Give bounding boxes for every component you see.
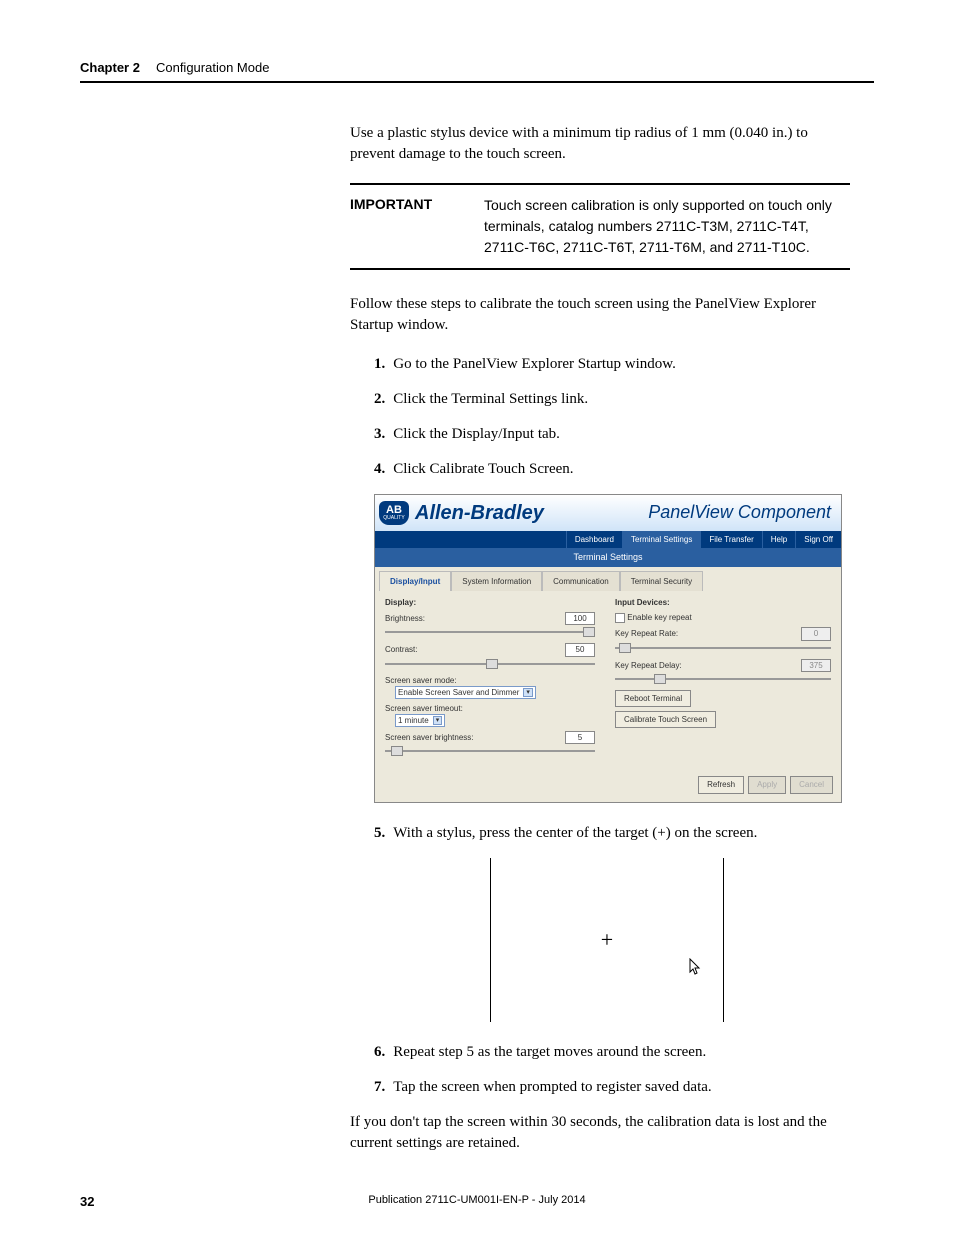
repeat-delay-slider[interactable]: [615, 674, 831, 684]
contrast-label: Contrast:: [385, 644, 417, 655]
ssbright-row: Screen saver brightness: 5: [385, 731, 595, 744]
repeat-rate-slider[interactable]: [615, 643, 831, 653]
content-column: Use a plastic stylus device with a minim…: [350, 123, 850, 1154]
ssmode-select[interactable]: Enable Screen Saver and Dimmer ▾: [395, 686, 536, 699]
nav-file-transfer[interactable]: File Transfer: [700, 531, 761, 548]
plus-target-icon: +: [601, 929, 613, 951]
settings-panel: Display: Brightness: 100 Contrast: 50: [375, 591, 841, 773]
cursor-icon: [689, 958, 703, 983]
ssbright-value[interactable]: 5: [565, 731, 595, 744]
refresh-button[interactable]: Refresh: [698, 776, 744, 793]
page-number: 32: [80, 1194, 94, 1209]
sstimeout-select[interactable]: 1 minute ▾: [395, 714, 445, 727]
repeat-delay-value: 375: [801, 659, 831, 672]
brand-left-text: Allen-Bradley: [415, 499, 544, 527]
enable-key-repeat-row: Enable key repeat: [615, 612, 831, 623]
callout-label: IMPORTANT: [350, 195, 460, 258]
tab-display-input[interactable]: Display/Input: [379, 571, 451, 591]
apply-button[interactable]: Apply: [748, 776, 786, 793]
ab-logo-icon: AB QUALITY: [379, 501, 409, 525]
contrast-slider[interactable]: [385, 659, 595, 669]
repeat-rate-row: Key Repeat Rate: 0: [615, 627, 831, 640]
step-2: 2.Click the Terminal Settings link.: [374, 389, 850, 410]
input-devices-heading: Input Devices:: [615, 597, 831, 608]
steps-list-continued-2: 6.Repeat step 5 as the target moves arou…: [374, 1042, 850, 1098]
brightness-label: Brightness:: [385, 613, 425, 624]
page: Chapter 2 Configuration Mode Use a plast…: [0, 0, 954, 1246]
chapter-title: Configuration Mode: [156, 60, 269, 75]
repeat-rate-value: 0: [801, 627, 831, 640]
step-6: 6.Repeat step 5 as the target moves arou…: [374, 1042, 850, 1063]
steps-list-continued: 5.With a stylus, press the center of the…: [374, 823, 850, 844]
reboot-terminal-button[interactable]: Reboot Terminal: [615, 690, 691, 707]
nav-terminal-settings[interactable]: Terminal Settings: [622, 531, 700, 548]
para-follow: Follow these steps to calibrate the touc…: [350, 294, 850, 336]
important-callout: IMPORTANT Touch screen calibration is on…: [350, 183, 850, 270]
checkbox-icon[interactable]: [615, 613, 625, 623]
sstimeout-label: Screen saver timeout:: [385, 703, 595, 714]
cancel-button[interactable]: Cancel: [790, 776, 833, 793]
repeat-delay-row: Key Repeat Delay: 375: [615, 659, 831, 672]
step-1: 1.Go to the PanelView Explorer Startup w…: [374, 354, 850, 375]
repeat-delay-label: Key Repeat Delay:: [615, 660, 682, 671]
nav-sign-off[interactable]: Sign Off: [795, 531, 841, 548]
callout-body: Touch screen calibration is only support…: [484, 195, 850, 258]
brightness-value[interactable]: 100: [565, 612, 595, 625]
section-title: Terminal Settings: [375, 548, 841, 567]
step-3: 3.Click the Display/Input tab.: [374, 424, 850, 445]
brand-right-text: PanelView Component: [648, 500, 831, 525]
step-4: 4.Click Calibrate Touch Screen.: [374, 459, 850, 480]
brightness-slider[interactable]: [385, 627, 595, 637]
contrast-value[interactable]: 50: [565, 643, 595, 656]
app-banner: AB QUALITY Allen-Bradley PanelView Compo…: [375, 495, 841, 531]
para-stylus: Use a plastic stylus device with a minim…: [350, 123, 850, 165]
display-group: Display: Brightness: 100 Contrast: 50: [385, 597, 595, 763]
closing-paragraph: If you don't tap the screen within 30 se…: [350, 1112, 850, 1154]
app-screenshot: AB QUALITY Allen-Bradley PanelView Compo…: [374, 494, 842, 803]
step-5: 5.With a stylus, press the center of the…: [374, 823, 850, 844]
display-heading: Display:: [385, 597, 595, 608]
steps-list: 1.Go to the PanelView Explorer Startup w…: [374, 354, 850, 480]
app-body: Display/Input System Information Communi…: [375, 567, 841, 802]
enable-key-repeat-label: Enable key repeat: [627, 613, 692, 622]
brightness-row: Brightness: 100: [385, 612, 595, 625]
ssmode-label: Screen saver mode:: [385, 675, 595, 686]
header-rule: [80, 81, 874, 83]
nav-help[interactable]: Help: [762, 531, 795, 548]
dialog-footer: Refresh Apply Cancel: [375, 772, 841, 801]
publication-id: Publication 2711C-UM001I-EN-P - July 201…: [368, 1194, 585, 1206]
ssbright-label: Screen saver brightness:: [385, 732, 474, 743]
step-7: 7.Tap the screen when prompted to regist…: [374, 1077, 850, 1098]
tab-communication[interactable]: Communication: [542, 571, 620, 591]
sub-tabs: Display/Input System Information Communi…: [375, 567, 841, 591]
chevron-down-icon: ▾: [523, 688, 533, 697]
input-devices-group: Input Devices: Enable key repeat Key Rep…: [615, 597, 831, 763]
brand-left: AB QUALITY Allen-Bradley: [379, 499, 544, 527]
ssbright-slider[interactable]: [385, 746, 595, 756]
contrast-row: Contrast: 50: [385, 643, 595, 656]
repeat-rate-label: Key Repeat Rate:: [615, 628, 678, 639]
calibrate-touch-screen-button[interactable]: Calibrate Touch Screen: [615, 711, 716, 728]
page-footer: 32 Publication 2711C-UM001I-EN-P - July …: [80, 1194, 874, 1206]
calibration-target-illustration: +: [490, 858, 724, 1022]
tab-system-info[interactable]: System Information: [451, 571, 542, 591]
top-nav: Dashboard Terminal Settings File Transfe…: [375, 531, 841, 548]
chevron-down-icon: ▾: [433, 716, 443, 725]
nav-dashboard[interactable]: Dashboard: [566, 531, 622, 548]
chapter-label: Chapter 2: [80, 60, 140, 75]
tab-terminal-security[interactable]: Terminal Security: [620, 571, 703, 591]
running-header: Chapter 2 Configuration Mode: [80, 60, 874, 75]
